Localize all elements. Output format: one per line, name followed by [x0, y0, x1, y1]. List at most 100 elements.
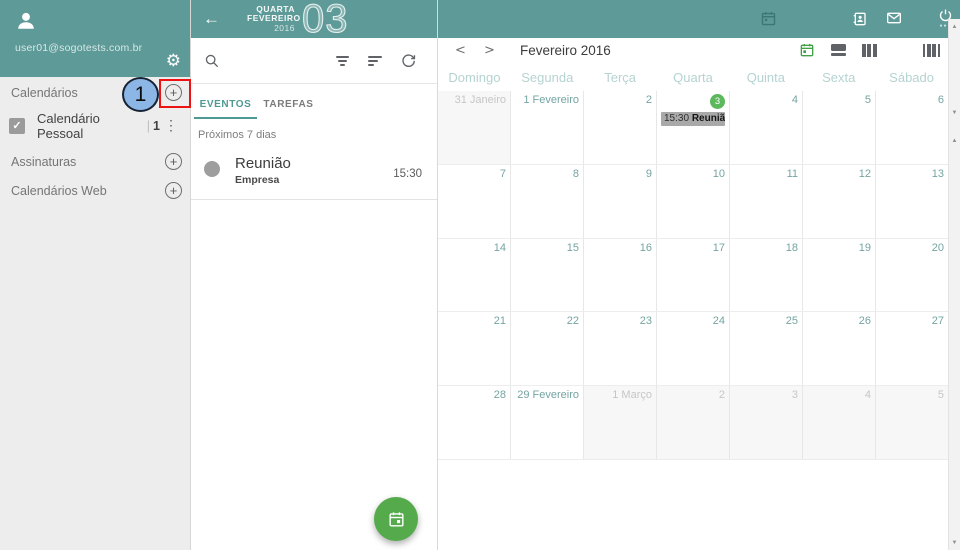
day-number-label: 5 [938, 389, 944, 401]
calendar-day-cell[interactable]: 2 [584, 91, 657, 164]
view-switcher [799, 41, 941, 59]
calendar-day-cell[interactable]: 21 [438, 312, 511, 385]
weekday-label: Sexta [802, 63, 875, 91]
calendar-day-cell[interactable]: 11 [730, 165, 803, 238]
calendar-module-icon[interactable] [760, 10, 777, 27]
refresh-icon[interactable] [401, 53, 416, 68]
scrollbar[interactable]: ▲ ▼ ▲ ▼ [948, 19, 960, 550]
calendar-day-cell[interactable]: 28 [438, 386, 511, 459]
calendar-day-cell[interactable]: 26 [803, 312, 876, 385]
calendar-event-chip[interactable]: 15:30 Reunião [661, 112, 725, 126]
calendar-options-icon[interactable]: ⋮ [160, 117, 182, 134]
module-header: ●●● [438, 0, 960, 38]
month-view-icon[interactable] [893, 41, 907, 59]
calendar-day-cell[interactable]: 5 [876, 386, 948, 459]
web-calendars-section: Calendários Web + [0, 176, 190, 205]
week-view-icon[interactable] [862, 41, 877, 59]
calendar-day-cell[interactable]: 5 [803, 91, 876, 164]
calendar-checkbox[interactable]: ✓ [9, 118, 25, 134]
add-web-calendar-button[interactable]: + [165, 182, 182, 199]
calendar-day-cell[interactable]: 14 [438, 239, 511, 312]
event-time: 15:30 [393, 168, 422, 180]
calendar-day-cell[interactable]: 17 [657, 239, 730, 312]
day-number-label: 14 [494, 242, 506, 254]
calendar-day-cell[interactable]: 20 [876, 239, 948, 312]
day-number-label: 7 [500, 168, 506, 180]
next-month-icon[interactable]: > [484, 43, 513, 58]
day-number-label: 11 [787, 168, 798, 180]
day-number-label: 17 [713, 242, 725, 254]
web-calendars-label: Calendários Web [11, 184, 107, 198]
day-number-label: 15 [567, 242, 579, 254]
scroll-down-icon[interactable]: ▼ [949, 540, 960, 546]
calendar-day-cell[interactable]: 18 [730, 239, 803, 312]
calendar-day-cell[interactable]: 13 [876, 165, 948, 238]
calendar-day-cell[interactable]: 2 [657, 386, 730, 459]
day-view-icon[interactable] [831, 41, 846, 59]
calendar-day-cell[interactable]: 315:30 Reunião [657, 91, 730, 164]
calendar-day-cell[interactable]: 31 Janeiro [438, 91, 511, 164]
calendar-day-cell[interactable]: 22 [511, 312, 584, 385]
calendar-day-cell[interactable]: 4 [803, 386, 876, 459]
back-arrow-icon[interactable]: ← [203, 9, 229, 29]
weekday-label: Sábado [875, 63, 948, 91]
calendar-day-cell[interactable]: 23 [584, 312, 657, 385]
calendar-list-item[interactable]: ✓ Calendário Pessoal | 1 ⋮ [0, 108, 190, 143]
calendar-day-cell[interactable]: 29 Fevereiro [511, 386, 584, 459]
calendar-name-divider: | [147, 119, 150, 133]
search-toolbar [191, 38, 437, 84]
prev-month-icon[interactable]: < [455, 43, 484, 58]
tab-tarefas[interactable]: TAREFAS [257, 93, 320, 119]
calendar-day-cell[interactable]: 1 Fevereiro [511, 91, 584, 164]
calendar-day-cell[interactable]: 4 [730, 91, 803, 164]
event-calendar: Empresa [235, 174, 291, 186]
day-number-label: 12 [859, 168, 871, 180]
calendar-day-cell[interactable]: 7 [438, 165, 511, 238]
day-number-label: 26 [859, 315, 871, 327]
annotation-step-badge: 1 [122, 77, 159, 112]
calendar-week-row: 14 15 16 17 181920 [438, 238, 948, 312]
list-tabs: EVENTOSTAREFAS [191, 84, 437, 119]
search-icon[interactable] [204, 53, 220, 69]
today-icon[interactable] [799, 41, 815, 59]
mail-module-icon[interactable] [885, 10, 903, 26]
add-calendar-button[interactable]: + [165, 84, 182, 101]
multicolumn-view-icon[interactable] [923, 41, 941, 59]
calendar-week-row: 31 Janeiro 1 Fevereiro 2315:30 Reunião456 [438, 91, 948, 164]
create-event-button[interactable] [374, 497, 418, 541]
calendar-day-cell[interactable]: 8 [511, 165, 584, 238]
tab-eventos[interactable]: EVENTOS [194, 93, 257, 119]
calendar-day-cell[interactable]: 24 [657, 312, 730, 385]
scroll-up-icon[interactable]: ▲ [949, 138, 960, 144]
calendar-week-row: 21222324 25 26 27 [438, 311, 948, 385]
sort-icon[interactable] [368, 56, 382, 66]
calendar-day-cell[interactable]: 16 [584, 239, 657, 312]
day-number-label: 10 [713, 168, 725, 180]
day-number-label: 16 [640, 242, 652, 254]
calendar-day-cell[interactable]: 9 [584, 165, 657, 238]
filter-icon[interactable] [336, 56, 349, 66]
gear-icon[interactable]: ⚙ [166, 52, 181, 69]
scroll-up-icon[interactable]: ▲ [949, 24, 960, 30]
calendar-day-cell[interactable]: 27 [876, 312, 948, 385]
subscriptions-section: Assinaturas + [0, 147, 190, 176]
calendar-day-cell[interactable]: 1 Março [584, 386, 657, 459]
weekday-label: Segunda [511, 63, 584, 91]
calendar-day-cell[interactable]: 12 [803, 165, 876, 238]
user-panel: user01@sogotests.com.br ⚙ [0, 0, 190, 77]
day-number-label: 1 Fevereiro [523, 94, 579, 106]
scroll-down-icon[interactable]: ▼ [949, 110, 960, 116]
day-number-label: 4 [865, 389, 871, 401]
calendar-day-cell[interactable]: 19 [803, 239, 876, 312]
add-subscription-button[interactable]: + [165, 153, 182, 170]
contacts-module-icon[interactable] [852, 10, 868, 28]
calendar-name: Calendário Pessoal [37, 111, 143, 141]
calendar-day-cell[interactable]: 25 [730, 312, 803, 385]
calendar-week-row: 2829 Fevereiro1 Março23 4 5 [438, 385, 948, 459]
calendar-day-cell[interactable]: 3 [730, 386, 803, 459]
day-number-label: 25 [786, 315, 798, 327]
calendar-day-cell[interactable]: 6 [876, 91, 948, 164]
event-list-item[interactable]: ReuniãoEmpresa15:30 [191, 143, 437, 200]
calendar-day-cell[interactable]: 10 [657, 165, 730, 238]
calendar-day-cell[interactable]: 15 [511, 239, 584, 312]
